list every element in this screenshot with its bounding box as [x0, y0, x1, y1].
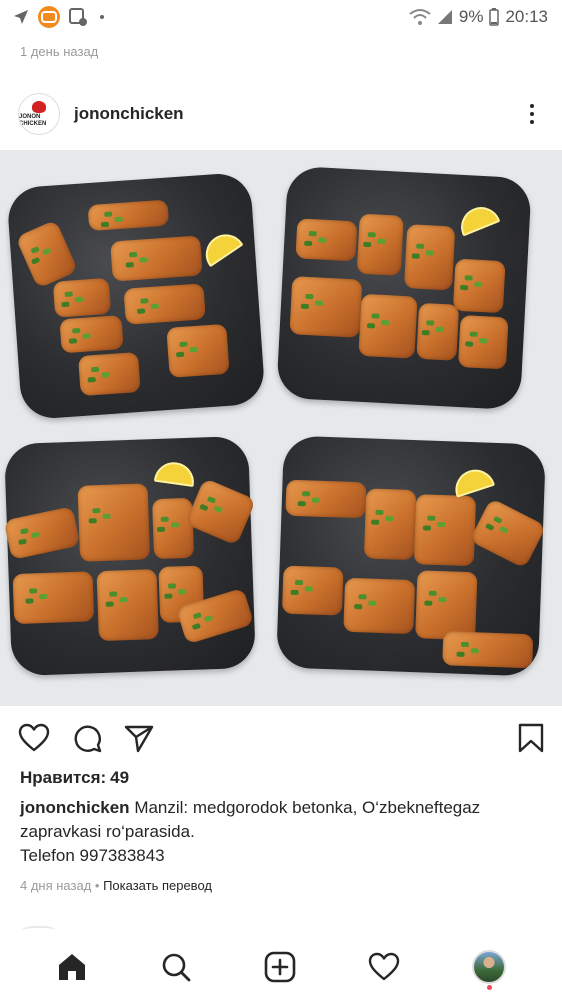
battery-icon	[489, 8, 500, 26]
plus-square-icon[interactable]	[264, 951, 296, 983]
battery-percent: 9%	[458, 7, 484, 26]
post-actions	[0, 718, 562, 758]
post-username[interactable]: jononchicken	[74, 104, 184, 124]
plate	[6, 171, 266, 421]
likes-label: Нравится:	[20, 768, 107, 787]
caption-username[interactable]: jononchicken	[20, 798, 130, 817]
show-translation-link[interactable]: Показать перевод	[103, 878, 212, 893]
more-vertical-icon[interactable]	[520, 100, 544, 128]
status-bar: 9% 20:13	[0, 0, 562, 34]
post-caption: jononchicken Manzil: medgorodok betonka,…	[20, 796, 544, 868]
plate	[3, 435, 257, 677]
plate	[276, 435, 547, 677]
plate	[276, 165, 532, 411]
wifi-icon	[409, 8, 431, 26]
activity-heart-icon[interactable]	[368, 952, 400, 982]
avatar-logo-text: JONON CHICKEN	[19, 113, 47, 127]
post-header: JONON CHICKEN jononchicken	[0, 88, 562, 140]
post-meta: 4 дня назад • Показать перевод	[20, 878, 212, 893]
post-time: 4 дня назад	[20, 878, 92, 893]
meta-separator: •	[91, 878, 104, 893]
location-arrow-icon	[12, 8, 30, 26]
likes-number: 49	[110, 768, 130, 787]
screenshot-icon	[68, 7, 88, 27]
next-post-avatar-peek	[22, 926, 56, 934]
notification-dot	[100, 15, 104, 19]
home-icon[interactable]	[56, 951, 88, 983]
odnoklassniki-icon	[38, 6, 60, 28]
signal-icon	[437, 9, 453, 25]
clock: 20:13	[505, 7, 548, 26]
bookmark-icon[interactable]	[518, 723, 544, 753]
logo-hen-icon	[32, 100, 46, 113]
search-icon[interactable]	[160, 951, 192, 983]
status-left	[12, 6, 104, 28]
bottom-nav	[0, 934, 562, 1000]
previous-post-time: 1 день назад	[20, 44, 99, 59]
notification-dot	[487, 985, 492, 990]
likes-count[interactable]: Нравится: 49	[20, 768, 129, 788]
profile-avatar[interactable]	[472, 950, 506, 990]
paper-plane-icon[interactable]	[124, 723, 154, 753]
post-image[interactable]	[0, 150, 562, 706]
heart-icon[interactable]	[18, 723, 50, 753]
status-right: 9% 20:13	[409, 7, 548, 27]
comment-icon[interactable]	[72, 723, 102, 753]
caption-phone: Telefon 997383843	[20, 846, 165, 865]
avatar[interactable]: JONON CHICKEN	[18, 93, 60, 135]
